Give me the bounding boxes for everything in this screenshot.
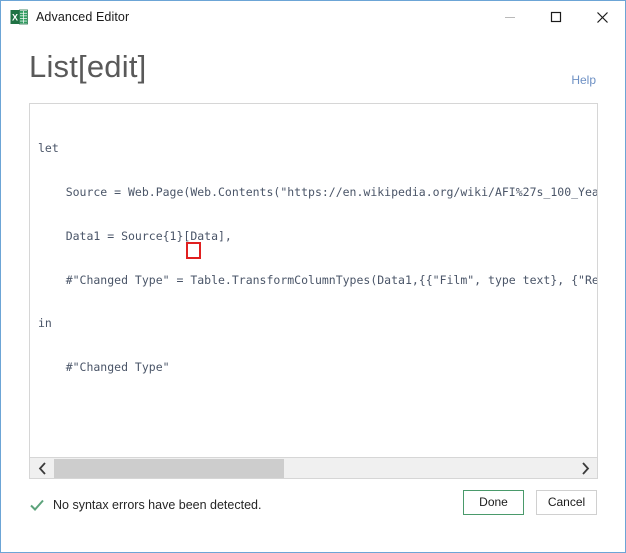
svg-text:X: X <box>12 13 18 23</box>
scrollbar-track[interactable] <box>54 458 573 478</box>
heading-row: List[edit] Help <box>29 47 597 103</box>
excel-icon: X <box>10 8 28 26</box>
code-line: Source = Web.Page(Web.Contents("https://… <box>38 184 598 199</box>
help-link[interactable]: Help <box>571 73 596 87</box>
maximize-icon[interactable] <box>533 1 579 33</box>
code-line: let <box>38 141 59 156</box>
code-line: #"Changed Type" = Table.TransformColumnT… <box>38 272 598 287</box>
code-line: #"Changed Type" <box>38 360 170 375</box>
window-title: Advanced Editor <box>36 10 130 24</box>
status-message: No syntax errors have been detected. <box>53 498 262 512</box>
dialog-footer: Done Cancel <box>463 490 597 515</box>
page-title: List[edit] <box>29 49 147 84</box>
done-button[interactable]: Done <box>463 490 524 515</box>
dialog-content: List[edit] Help let Source = Web.Page(We… <box>1 47 625 518</box>
checkmark-icon <box>29 497 45 513</box>
code-line: Data1 = Source{1}[Data], <box>38 228 232 243</box>
horizontal-scrollbar[interactable] <box>29 458 598 479</box>
window-controls <box>487 1 625 33</box>
minimize-icon[interactable] <box>487 1 533 33</box>
advanced-editor-window: X Advanced Editor List[edit] Help let So… <box>0 0 626 553</box>
close-icon[interactable] <box>579 1 625 33</box>
title-bar: X Advanced Editor <box>1 1 625 33</box>
scrollbar-thumb[interactable] <box>54 458 284 478</box>
code-editor[interactable]: let Source = Web.Page(Web.Contents("http… <box>29 103 598 458</box>
scroll-right-icon[interactable] <box>573 459 597 478</box>
scroll-left-icon[interactable] <box>30 459 54 478</box>
code-line: in <box>38 316 52 331</box>
code-text[interactable]: let Source = Web.Page(Web.Contents("http… <box>38 112 598 404</box>
cancel-button[interactable]: Cancel <box>536 490 597 515</box>
